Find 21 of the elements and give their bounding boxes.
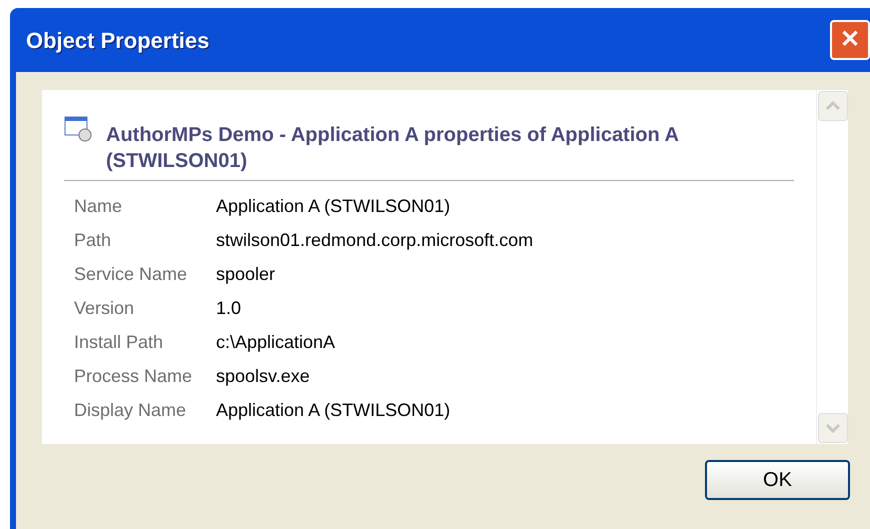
property-value: c:\ApplicationA: [216, 330, 336, 354]
property-label: Install Path: [74, 330, 164, 354]
property-label: Version: [74, 296, 136, 320]
scroll-up-icon[interactable]: [818, 91, 848, 121]
ok-button[interactable]: OK: [705, 460, 850, 500]
property-value: Application A (STWILSON01): [216, 398, 450, 422]
property-value: Application A (STWILSON01): [216, 194, 450, 218]
window-icon: [64, 116, 94, 142]
property-value: stwilson01.redmond.corp.microsoft.com: [216, 228, 534, 252]
window-title: Object Properties: [26, 26, 210, 55]
close-button[interactable]: ✕: [830, 20, 870, 60]
property-label: Display Name: [74, 398, 188, 422]
property-label: Path: [74, 228, 112, 252]
property-label: Service Name: [74, 262, 188, 286]
property-value: 1.0: [216, 296, 242, 320]
properties-heading: AuthorMPs Demo - Application A properties of Application A (STWILSON01): [106, 123, 680, 174]
scroll-down-icon[interactable]: [818, 413, 848, 443]
property-label: Process Name: [74, 364, 194, 388]
property-value: spoolsv.exe: [216, 364, 310, 388]
property-value: spooler: [216, 262, 276, 286]
property-label: Name: [74, 194, 124, 218]
